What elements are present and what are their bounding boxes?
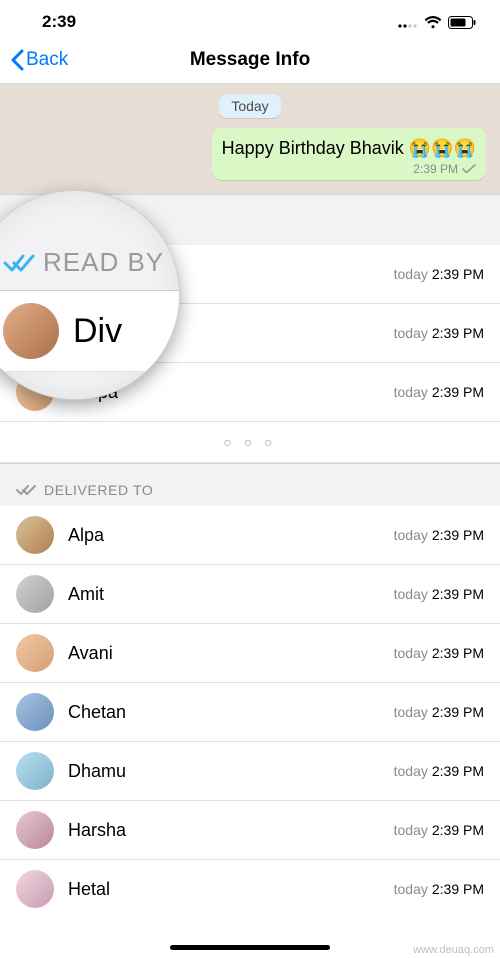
contact-name: Dhamu	[68, 761, 394, 782]
avatar	[16, 811, 54, 849]
avatar	[16, 634, 54, 672]
timestamp: today2:39 PM	[394, 645, 484, 661]
status-icons	[398, 16, 476, 29]
contact-name: Amit	[68, 584, 394, 605]
timestamp: today2:39 PM	[394, 325, 484, 341]
list-item[interactable]: Harsha today2:39 PM	[0, 801, 500, 860]
timestamp: today2:39 PM	[394, 266, 484, 282]
message-time: 2:39 PM	[413, 162, 458, 176]
avatar	[16, 516, 54, 554]
date-pill: Today	[219, 94, 280, 118]
avatar	[16, 575, 54, 613]
signal-icon	[398, 16, 418, 28]
contact-name: Avani	[68, 643, 394, 664]
back-button[interactable]: Back	[10, 49, 68, 71]
contact-name: Alpa	[68, 525, 394, 546]
chat-preview: Today Happy Birthday Bhavik 😭😭😭 2:39 PM	[0, 84, 500, 194]
avatar	[3, 303, 59, 359]
watermark: www.deuaq.com	[413, 944, 494, 956]
delivered-to-list: Alpa today2:39 PM Amit today2:39 PM Avan…	[0, 506, 500, 918]
nav-bar: Back Message Info	[0, 36, 500, 84]
avatar	[16, 693, 54, 731]
timestamp: today2:39 PM	[394, 527, 484, 543]
list-item[interactable]: Hetal today2:39 PM	[0, 860, 500, 918]
single-check-icon	[462, 164, 476, 174]
double-check-grey-icon	[16, 484, 36, 496]
list-item[interactable]: Dhamu today2:39 PM	[0, 742, 500, 801]
message-bubble: Happy Birthday Bhavik 😭😭😭 2:39 PM	[212, 128, 486, 180]
list-item[interactable]: Amit today2:39 PM	[0, 565, 500, 624]
timestamp: today2:39 PM	[394, 704, 484, 720]
status-bar: 2:39	[0, 0, 500, 36]
double-check-blue-icon	[3, 253, 35, 273]
avatar	[16, 870, 54, 908]
message-meta: 2:39 PM	[222, 162, 476, 176]
more-indicator[interactable]: ○ ○ ○	[0, 421, 500, 463]
contact-name: Harsha	[68, 820, 394, 841]
list-item[interactable]: Alpa today2:39 PM	[0, 506, 500, 565]
chevron-left-icon	[10, 49, 24, 71]
timestamp: today2:39 PM	[394, 384, 484, 400]
back-label: Back	[26, 49, 68, 71]
home-indicator[interactable]	[170, 945, 330, 950]
contact-name: Hetal	[68, 879, 394, 900]
timestamp: today2:39 PM	[394, 763, 484, 779]
message-text: Happy Birthday Bhavik 😭😭😭	[222, 136, 476, 160]
list-item[interactable]: Avani today2:39 PM	[0, 624, 500, 683]
magnifier-name: Div	[73, 312, 122, 351]
magnifier-row: Div	[0, 291, 179, 372]
timestamp: today2:39 PM	[394, 881, 484, 897]
battery-icon	[448, 16, 476, 29]
wifi-icon	[424, 16, 442, 29]
page-title: Message Info	[190, 49, 310, 71]
contact-name: Chetan	[68, 702, 394, 723]
magnifier-label: READ BY	[43, 247, 164, 278]
delivered-to-label: DELIVERED TO	[44, 482, 153, 498]
delivered-to-header: DELIVERED TO	[0, 463, 500, 506]
magnifier-read-by: READ BY	[0, 231, 179, 291]
list-item[interactable]: Chetan today2:39 PM	[0, 683, 500, 742]
timestamp: today2:39 PM	[394, 586, 484, 602]
status-time: 2:39	[42, 12, 76, 32]
avatar	[16, 752, 54, 790]
timestamp: today2:39 PM	[394, 822, 484, 838]
